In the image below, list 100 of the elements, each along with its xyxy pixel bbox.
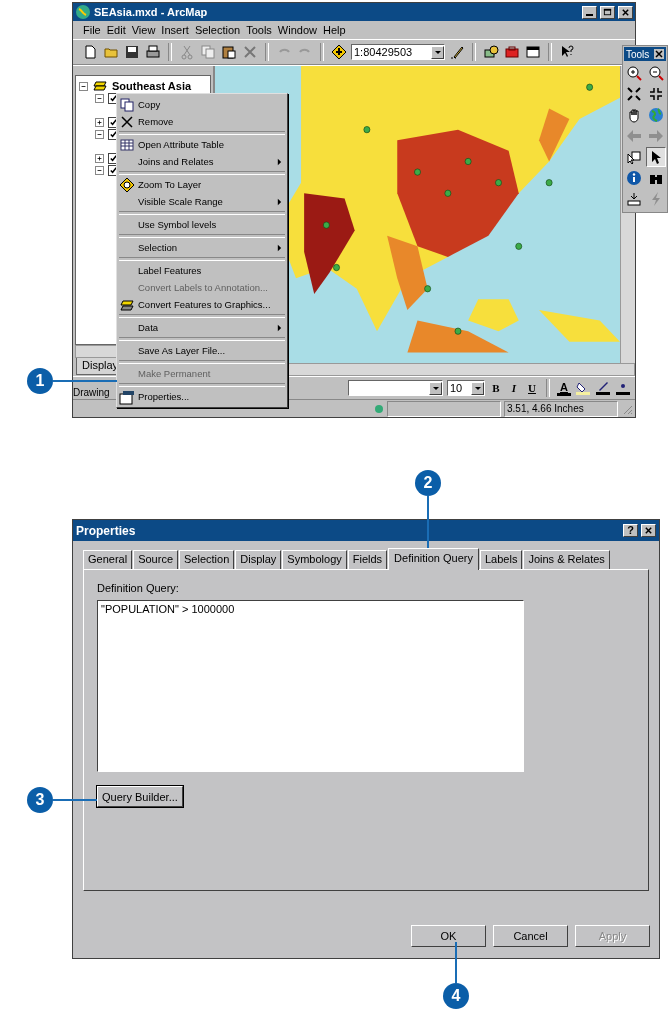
tool-button[interactable] (646, 147, 666, 167)
context-menu-item[interactable]: Data (119, 319, 285, 336)
context-menu-item[interactable]: Save As Layer File... (119, 342, 285, 359)
tab[interactable]: General (83, 550, 133, 569)
dialog-button[interactable]: OK (411, 925, 486, 947)
tab[interactable]: Symbology (282, 550, 347, 569)
font-size-dropdown[interactable]: 10 (447, 380, 485, 396)
query-input-field[interactable]: "POPULATION" > 1000000 (97, 600, 524, 772)
print-icon[interactable] (145, 44, 161, 60)
drawing-menu-button[interactable]: Drawing (73, 387, 110, 399)
menu-item[interactable]: File (83, 24, 101, 36)
minimize-button[interactable] (582, 5, 597, 19)
zoom-in-icon (626, 65, 642, 81)
window-icon[interactable] (525, 44, 541, 60)
tab[interactable]: Definition Query (388, 548, 479, 570)
save-icon[interactable] (124, 44, 140, 60)
dialog-button[interactable]: Cancel (493, 925, 568, 947)
forward-arrow-icon (648, 128, 664, 144)
data-frame-name[interactable]: Southeast Asia (112, 80, 192, 92)
format-button[interactable]: B (489, 382, 503, 394)
context-menu-item[interactable]: Label Features (119, 262, 285, 279)
toolbox-icon[interactable] (504, 44, 520, 60)
menu-item[interactable]: Edit (106, 24, 126, 36)
format-button[interactable]: I (507, 382, 521, 394)
collapse-toggle[interactable] (79, 81, 88, 91)
menu-item[interactable]: View (131, 24, 156, 36)
tool-button[interactable] (624, 168, 644, 188)
city-dot (545, 179, 553, 187)
close-icon (644, 526, 653, 535)
city-dot (586, 83, 593, 91)
step-number-badge: 4 (443, 983, 469, 1009)
plus-icon (96, 154, 103, 162)
tab[interactable]: Labels (480, 550, 523, 569)
font-dropdown[interactable] (348, 380, 443, 396)
palette-title: Tools (626, 48, 650, 60)
close-button[interactable] (641, 524, 656, 537)
help-button[interactable]: ? (623, 524, 638, 537)
close-icon[interactable] (654, 49, 664, 59)
pencil-icon[interactable] (449, 44, 465, 60)
city-dot (414, 168, 421, 176)
submenu-arrow-icon (277, 197, 282, 206)
menu-item[interactable]: Help (322, 24, 346, 36)
context-menu-item[interactable]: Visible Scale Range (119, 193, 285, 210)
city-dot (454, 327, 462, 335)
query-builder-button[interactable]: Query Builder... (97, 786, 183, 807)
tab[interactable]: Selection (179, 550, 235, 569)
context-menu-item[interactable]: Zoom To Layer (119, 176, 285, 193)
city-dot (333, 264, 340, 272)
city-dot (495, 179, 502, 187)
window-title: SEAsia.mxd - ArcMap (94, 6, 208, 18)
expand-toggle[interactable] (95, 93, 104, 103)
new-file-icon[interactable] (82, 44, 98, 60)
tab[interactable]: Joins & Relates (523, 550, 610, 569)
leader-line (53, 380, 117, 382)
context-menu-item[interactable]: Remove (119, 113, 285, 130)
maximize-button[interactable] (600, 5, 615, 19)
measure-icon (626, 191, 642, 207)
editor-icon[interactable] (483, 44, 499, 60)
context-menu-item[interactable]: Properties... (119, 388, 285, 405)
context-menu-item[interactable]: Open Attribute Table (119, 136, 285, 153)
city-dot (515, 242, 523, 250)
dropdown-arrow-icon (431, 384, 440, 392)
tab[interactable]: Fields (347, 550, 388, 569)
close-button[interactable] (618, 5, 633, 19)
context-menu-item[interactable]: Selection (119, 239, 285, 256)
coordinates-readout: 3.51, 4.66 Inches (504, 400, 618, 417)
context-menu-item[interactable]: Joins and Relates (119, 153, 285, 170)
context-menu-item[interactable]: Convert Features to Graphics... (119, 296, 285, 313)
expand-toggle[interactable] (95, 129, 104, 139)
tool-button[interactable] (646, 63, 666, 83)
fixed-zoom-in-icon (626, 86, 642, 102)
submenu-arrow-icon (277, 323, 282, 332)
city-dot (464, 157, 472, 165)
tab[interactable]: Display (235, 550, 282, 569)
context-menu-item[interactable]: Copy (119, 96, 285, 113)
menu-item[interactable]: Tools (246, 24, 272, 36)
info-icon (626, 170, 642, 186)
whats-this-icon[interactable] (559, 44, 575, 60)
leader-line (455, 942, 457, 983)
tab[interactable]: Source (133, 550, 178, 569)
expand-toggle[interactable] (95, 153, 104, 163)
expand-toggle[interactable] (95, 117, 104, 127)
city-dot (323, 221, 330, 229)
expand-toggle[interactable] (95, 165, 104, 175)
city-dot (424, 285, 431, 293)
menu-item[interactable]: Selection (194, 24, 241, 36)
font-color-button[interactable]: A (557, 380, 571, 396)
tool-button[interactable] (624, 63, 644, 83)
close-icon (119, 113, 135, 130)
format-button[interactable]: U (525, 382, 539, 394)
plus-icon (96, 118, 103, 126)
add-data-icon[interactable] (331, 44, 347, 60)
dialog-title: Properties (76, 523, 136, 538)
scale-dropdown[interactable]: 1:80429503 (351, 44, 445, 60)
fill-color-icon[interactable] (575, 380, 591, 396)
menu-item[interactable]: Insert (161, 24, 189, 36)
context-menu-item[interactable]: Use Symbol levels (119, 216, 285, 233)
paste-icon[interactable] (221, 44, 237, 60)
menu-item[interactable]: Window (277, 24, 317, 36)
line-color-icon[interactable] (595, 380, 611, 396)
